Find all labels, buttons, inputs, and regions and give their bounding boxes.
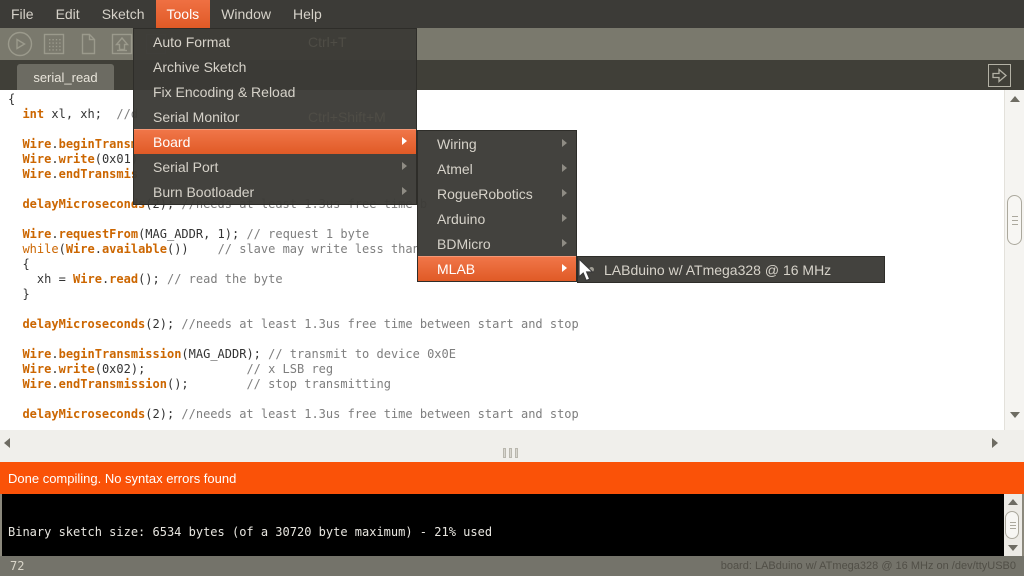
menu-help[interactable]: Help bbox=[282, 0, 333, 28]
menu-sketch[interactable]: Sketch bbox=[91, 0, 156, 28]
stop-button[interactable] bbox=[40, 30, 68, 58]
console-scrollbar[interactable] bbox=[1004, 494, 1022, 556]
tab-label: serial_read bbox=[33, 70, 97, 85]
tab-menu-button[interactable] bbox=[988, 64, 1011, 87]
console-scrollbar-thumb[interactable] bbox=[1005, 511, 1019, 539]
board-item-bdmicro[interactable]: BDMicro bbox=[418, 231, 576, 256]
scroll-down-icon[interactable] bbox=[1010, 412, 1020, 418]
menubar: FileEditSketchToolsWindowHelp bbox=[0, 0, 1024, 28]
menu-item-label: MLAB bbox=[437, 261, 475, 277]
open-icon bbox=[108, 30, 136, 58]
new-button[interactable] bbox=[74, 30, 102, 58]
menu-item-serial-monitor[interactable]: Serial Monitor Ctrl+Shift+M bbox=[134, 104, 416, 129]
new-icon bbox=[74, 30, 102, 58]
board-item-wiring[interactable]: Wiring bbox=[418, 131, 576, 156]
board-port-info: board: LABduino w/ ATmega328 @ 16 MHz on… bbox=[721, 560, 1016, 572]
verify-icon bbox=[6, 30, 34, 58]
status-message: Done compiling. No syntax errors found bbox=[8, 471, 236, 486]
mlab-submenu: LABduino w/ ATmega328 @ 16 MHz bbox=[577, 256, 885, 283]
submenu-arrow-icon bbox=[562, 139, 567, 147]
verify-button[interactable] bbox=[6, 30, 34, 58]
board-item-labduino-w-atmega328-16-mhz[interactable]: LABduino w/ ATmega328 @ 16 MHz bbox=[578, 257, 884, 282]
menu-tools[interactable]: Tools bbox=[156, 0, 211, 28]
scroll-up-icon[interactable] bbox=[1010, 96, 1020, 102]
menu-item-shortcut: Ctrl+Shift+M bbox=[308, 109, 386, 125]
tools-menu: Auto Format Ctrl+T Archive Sketch Fix Encod… bbox=[133, 28, 417, 205]
menu-item-label: Serial Monitor bbox=[153, 109, 239, 125]
submenu-arrow-icon bbox=[562, 239, 567, 247]
code-line: Wire.write(0x02); // x LSB reg bbox=[8, 362, 1002, 377]
menu-item-auto-format[interactable]: Auto Format Ctrl+T bbox=[134, 29, 416, 54]
scroll-left-icon[interactable] bbox=[4, 438, 10, 448]
menu-item-label: Auto Format bbox=[153, 34, 230, 50]
code-line bbox=[8, 302, 1002, 317]
console: Binary sketch size: 6534 bytes (of a 307… bbox=[0, 494, 1024, 556]
footer-status-bar: 72 board: LABduino w/ ATmega328 @ 16 MHz… bbox=[0, 556, 1024, 576]
menu-item-label: Arduino bbox=[437, 211, 485, 227]
menu-item-shortcut: Ctrl+T bbox=[308, 34, 347, 50]
menu-item-fix-encoding-reload[interactable]: Fix Encoding & Reload bbox=[134, 79, 416, 104]
menu-item-label: LABduino w/ ATmega328 @ 16 MHz bbox=[604, 262, 831, 278]
code-line bbox=[8, 392, 1002, 407]
splitter-grip[interactable] bbox=[503, 448, 518, 458]
tab-serial-read[interactable]: serial_read bbox=[17, 64, 114, 90]
menu-item-board[interactable]: Board bbox=[134, 129, 416, 154]
submenu-arrow-icon bbox=[562, 264, 567, 272]
scroll-right-icon[interactable] bbox=[992, 438, 998, 448]
editor-scrollbar-thumb[interactable] bbox=[1007, 195, 1022, 245]
code-line: Wire.endTransmission(); // stop transmit… bbox=[8, 377, 1002, 392]
board-item-roguerobotics[interactable]: RogueRobotics bbox=[418, 181, 576, 206]
open-button[interactable] bbox=[108, 30, 136, 58]
console-scroll-down-icon[interactable] bbox=[1008, 545, 1018, 551]
console-scroll-up-icon[interactable] bbox=[1008, 499, 1018, 505]
menu-window[interactable]: Window bbox=[210, 0, 282, 28]
board-item-mlab[interactable]: MLAB bbox=[418, 256, 576, 281]
cursor-line-number: 72 bbox=[10, 559, 24, 573]
board-submenu: Wiring Atmel RogueRobotics Arduino BDMicro ML… bbox=[417, 130, 577, 282]
submenu-arrow-icon bbox=[562, 214, 567, 222]
menu-item-label: Wiring bbox=[437, 136, 477, 152]
menu-item-label: Board bbox=[153, 134, 190, 150]
menu-item-label: Burn Bootloader bbox=[153, 184, 254, 200]
menu-item-serial-port[interactable]: Serial Port bbox=[134, 154, 416, 179]
submenu-arrow-icon bbox=[562, 164, 567, 172]
menu-item-label: Atmel bbox=[437, 161, 473, 177]
menu-item-archive-sketch[interactable]: Archive Sketch bbox=[134, 54, 416, 79]
menu-item-label: Serial Port bbox=[153, 159, 218, 175]
editor-vertical-scrollbar[interactable] bbox=[1004, 90, 1024, 430]
menu-item-burn-bootloader[interactable]: Burn Bootloader bbox=[134, 179, 416, 204]
board-item-atmel[interactable]: Atmel bbox=[418, 156, 576, 181]
submenu-arrow-icon bbox=[562, 189, 567, 197]
submenu-arrow-icon bbox=[402, 187, 407, 195]
console-output: Binary sketch size: 6534 bytes (of a 307… bbox=[8, 525, 492, 539]
code-line bbox=[8, 332, 1002, 347]
menu-item-label: Archive Sketch bbox=[153, 59, 246, 75]
code-line: Wire.beginTransmission(MAG_ADDR); // tra… bbox=[8, 347, 1002, 362]
stop-icon bbox=[40, 30, 68, 58]
menu-file[interactable]: File bbox=[0, 0, 45, 28]
tab-menu-arrow-icon bbox=[990, 66, 1009, 85]
menu-item-label: RogueRobotics bbox=[437, 186, 533, 202]
menu-edit[interactable]: Edit bbox=[45, 0, 91, 28]
submenu-arrow-icon bbox=[402, 162, 407, 170]
code-line: delayMicroseconds(2); //needs at least 1… bbox=[8, 407, 1002, 422]
menu-item-label: Fix Encoding & Reload bbox=[153, 84, 295, 100]
code-line: delayMicroseconds(2); //needs at least 1… bbox=[8, 317, 1002, 332]
submenu-arrow-icon bbox=[402, 137, 407, 145]
horizontal-scrollbar[interactable] bbox=[0, 430, 1024, 462]
status-bar: Done compiling. No syntax errors found bbox=[0, 462, 1024, 494]
code-line: } bbox=[8, 287, 1002, 302]
board-item-arduino[interactable]: Arduino bbox=[418, 206, 576, 231]
menu-item-label: BDMicro bbox=[437, 236, 491, 252]
mouse-cursor-icon bbox=[578, 258, 595, 284]
